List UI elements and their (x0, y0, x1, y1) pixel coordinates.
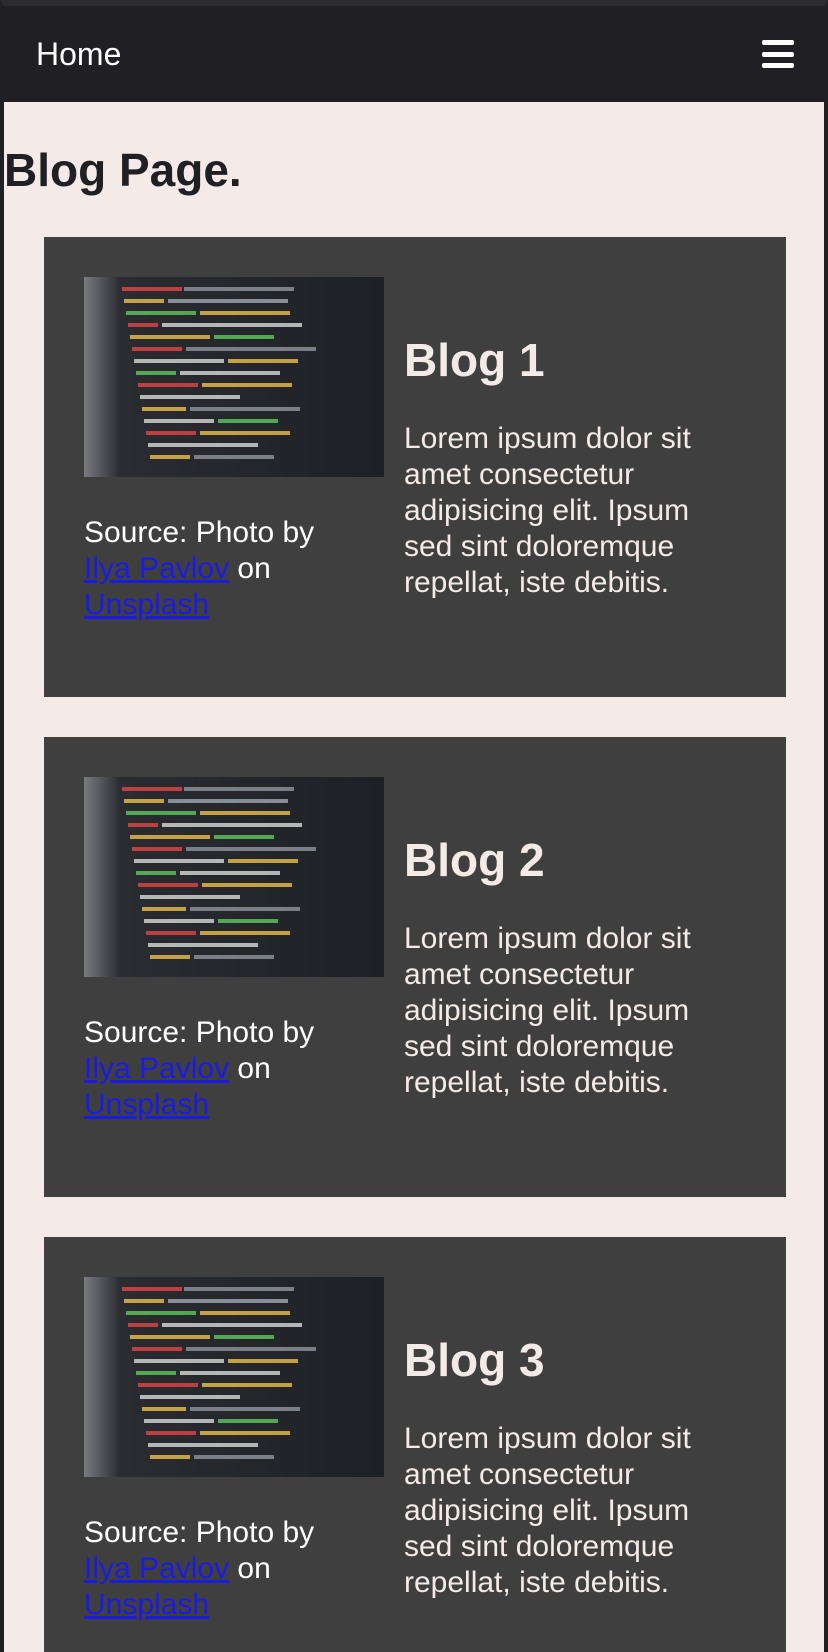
blog-card-body: Blog 3 Lorem ipsum dolor sit amet consec… (404, 1277, 734, 1652)
blog-card-body: Blog 2 Lorem ipsum dolor sit amet consec… (404, 777, 734, 1157)
source-mid: on (237, 1552, 271, 1585)
blog-card-media: Source: Photo by Ilya Pavlov on Unsplash (84, 1277, 384, 1652)
blog-excerpt: Lorem ipsum dolor sit amet consectetur a… (404, 922, 691, 1099)
image-source-credit: Source: Photo by Ilya Pavlov on Unsplash (84, 515, 384, 623)
author-link[interactable]: Ilya Pavlov (84, 1052, 229, 1085)
blog-list: Source: Photo by Ilya Pavlov on Unsplash… (4, 237, 824, 1652)
author-link[interactable]: Ilya Pavlov (84, 1552, 229, 1585)
navbar: Home (4, 6, 824, 102)
code-screenshot-image (84, 777, 384, 977)
blog-excerpt: Lorem ipsum dolor sit amet consectetur a… (404, 422, 691, 599)
unsplash-link[interactable]: Unsplash (84, 588, 209, 621)
source-prefix: Source: Photo by (84, 516, 315, 549)
image-source-credit: Source: Photo by Ilya Pavlov on Unsplash (84, 1015, 384, 1123)
author-link[interactable]: Ilya Pavlov (84, 552, 229, 585)
menu-bar (762, 63, 794, 68)
blog-card-body: Blog 1 Lorem ipsum dolor sit amet consec… (404, 277, 734, 657)
blog-card: Source: Photo by Ilya Pavlov on Unsplash… (44, 737, 786, 1197)
browser-viewport: Home Blog Page. Source: Photo by Ilya Pa… (0, 0, 828, 1652)
source-mid: on (237, 552, 271, 585)
blog-card-media: Source: Photo by Ilya Pavlov on Unsplash (84, 277, 384, 657)
blog-excerpt: Lorem ipsum dolor sit amet consectetur a… (404, 1422, 691, 1599)
blog-title: Blog 1 (404, 334, 545, 386)
unsplash-link[interactable]: Unsplash (84, 1088, 209, 1121)
blog-card: Source: Photo by Ilya Pavlov on Unsplash… (44, 237, 786, 697)
menu-bar (762, 51, 794, 57)
blog-title: Blog 2 (404, 834, 545, 886)
blog-card: Source: Photo by Ilya Pavlov on Unsplash… (44, 1237, 786, 1652)
source-prefix: Source: Photo by (84, 1016, 315, 1049)
source-prefix: Source: Photo by (84, 1516, 315, 1549)
page-title: Blog Page. (4, 144, 242, 196)
image-source-credit: Source: Photo by Ilya Pavlov on Unsplash (84, 1515, 384, 1623)
unsplash-link[interactable]: Unsplash (84, 1588, 209, 1621)
menu-bar (762, 40, 794, 45)
blog-card-media: Source: Photo by Ilya Pavlov on Unsplash (84, 777, 384, 1157)
code-screenshot-image (84, 277, 384, 477)
nav-home-link[interactable]: Home (36, 38, 121, 70)
code-screenshot-image (84, 1277, 384, 1477)
blog-title: Blog 3 (404, 1334, 545, 1386)
source-mid: on (237, 1052, 271, 1085)
hamburger-menu-icon[interactable] (762, 40, 794, 68)
